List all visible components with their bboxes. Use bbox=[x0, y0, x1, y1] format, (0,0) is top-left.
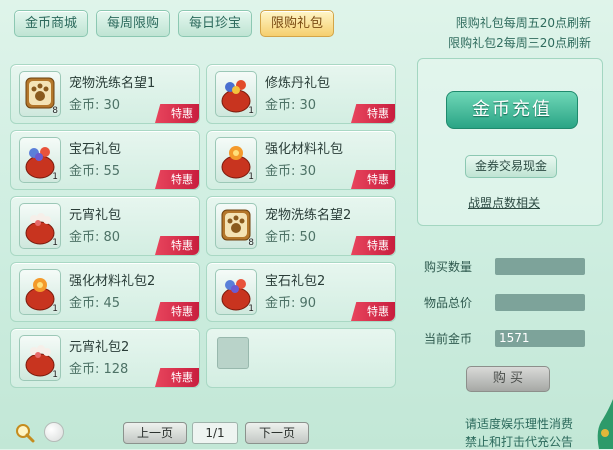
empty-item-slot bbox=[206, 328, 396, 388]
next-page-button[interactable]: 下一页 bbox=[245, 422, 309, 444]
refresh-notice-2: 限购礼包2每周三20点刷新 bbox=[448, 36, 591, 50]
paw-badge-icon: 8 bbox=[215, 203, 257, 249]
discount-badge: 特惠 bbox=[351, 302, 395, 321]
current-gold-label: 当前金币 bbox=[424, 332, 473, 346]
item-name: 宝石礼包 bbox=[69, 142, 122, 157]
gift-bag-icon: 1 bbox=[19, 269, 61, 315]
gift-bag-icon: 1 bbox=[19, 335, 61, 381]
item-card[interactable]: 1 宝石礼包2 金币: 90 特惠 bbox=[206, 262, 396, 322]
item-count: 1 bbox=[52, 304, 58, 314]
item-count: 1 bbox=[248, 106, 254, 116]
tab-weekly-limit[interactable]: 每周限购 bbox=[96, 10, 171, 37]
item-card[interactable]: 1 宝石礼包 金币: 55 特惠 bbox=[10, 130, 200, 190]
item-count: 1 bbox=[52, 238, 58, 248]
tab-daily-treasure[interactable]: 每日珍宝 bbox=[178, 10, 253, 37]
gift-bag-icon: 1 bbox=[19, 137, 61, 183]
paw-badge-icon: 8 bbox=[19, 71, 61, 117]
current-gold-field: 1571 bbox=[495, 330, 585, 347]
item-card[interactable]: 8 宠物洗练名望1 金币: 30 特惠 bbox=[10, 64, 200, 124]
discount-badge: 特惠 bbox=[351, 104, 395, 123]
gift-bag-icon: 1 bbox=[215, 269, 257, 315]
item-card[interactable]: 1 修炼丹礼包 金币: 30 特惠 bbox=[206, 64, 396, 124]
guild-points-link[interactable]: 战盟点数相关 bbox=[468, 194, 540, 211]
item-card[interactable]: 1 强化材料礼包2 金币: 45 特惠 bbox=[10, 262, 200, 322]
tab-gold-shop[interactable]: 金币商城 bbox=[14, 10, 89, 37]
buy-button[interactable]: 购 买 bbox=[466, 366, 550, 392]
item-price: 金币: 30 bbox=[265, 164, 317, 179]
footer-notice-1: 请适度娱乐理性消费 bbox=[464, 417, 573, 431]
item-name: 修炼丹礼包 bbox=[265, 76, 331, 91]
voucher-trade-button[interactable]: 金券交易现金 bbox=[465, 155, 557, 178]
discount-badge: 特惠 bbox=[351, 170, 395, 189]
discount-badge: 特惠 bbox=[155, 236, 199, 255]
tab-bar: 金币商城 每周限购 每日珍宝 限购礼包 bbox=[14, 10, 335, 37]
total-price-label: 物品总价 bbox=[424, 296, 473, 310]
recharge-panel: 金币充值 金券交易现金 战盟点数相关 bbox=[417, 58, 603, 226]
gift-bag-icon: 1 bbox=[215, 137, 257, 183]
item-price: 金币: 45 bbox=[69, 296, 121, 311]
item-price: 金币: 50 bbox=[265, 230, 317, 245]
circle-toggle-button[interactable] bbox=[44, 422, 64, 442]
page-indicator: 1/1 bbox=[192, 422, 238, 444]
gift-bag-icon: 1 bbox=[215, 71, 257, 117]
discount-badge: 特惠 bbox=[155, 302, 199, 321]
empty-slot-placeholder bbox=[217, 337, 249, 369]
refresh-notice-1: 限购礼包每周五20点刷新 bbox=[455, 16, 591, 30]
item-price: 金币: 128 bbox=[69, 362, 129, 377]
item-price: 金币: 55 bbox=[69, 164, 121, 179]
total-price-field bbox=[495, 294, 585, 311]
item-name: 宝石礼包2 bbox=[265, 274, 326, 289]
item-count: 1 bbox=[52, 172, 58, 182]
item-count: 1 bbox=[248, 304, 254, 314]
footer-notice-2: 禁止和打击代充公告 bbox=[464, 435, 573, 449]
item-price: 金币: 80 bbox=[69, 230, 121, 245]
item-count: 1 bbox=[248, 172, 254, 182]
magnifier-icon[interactable] bbox=[14, 422, 36, 444]
item-card[interactable]: 1 元宵礼包 金币: 80 特惠 bbox=[10, 196, 200, 256]
prev-page-button[interactable]: 上一页 bbox=[123, 422, 187, 444]
discount-badge: 特惠 bbox=[351, 236, 395, 255]
item-price: 金币: 90 bbox=[265, 296, 317, 311]
item-price: 金币: 30 bbox=[265, 98, 317, 113]
item-grid: 8 宠物洗练名望1 金币: 30 特惠 1 修炼丹礼包 金币: 30 特惠 1 … bbox=[10, 64, 398, 394]
item-name: 强化材料礼包2 bbox=[69, 274, 156, 289]
item-count: 8 bbox=[248, 238, 254, 248]
item-price: 金币: 30 bbox=[69, 98, 121, 113]
item-count: 1 bbox=[52, 370, 58, 380]
gold-recharge-button[interactable]: 金币充值 bbox=[446, 91, 578, 129]
item-name: 强化材料礼包 bbox=[265, 142, 344, 157]
quantity-field[interactable] bbox=[495, 258, 585, 275]
quantity-label: 购买数量 bbox=[424, 260, 473, 274]
item-card[interactable]: 1 元宵礼包2 金币: 128 特惠 bbox=[10, 328, 200, 388]
discount-badge: 特惠 bbox=[155, 368, 199, 387]
tab-limited-gift[interactable]: 限购礼包 bbox=[260, 10, 335, 37]
corner-decoration-icon bbox=[597, 399, 613, 449]
discount-badge: 特惠 bbox=[155, 170, 199, 189]
gift-bag-icon: 1 bbox=[19, 203, 61, 249]
discount-badge: 特惠 bbox=[155, 104, 199, 123]
item-name: 元宵礼包 bbox=[69, 208, 122, 223]
item-card[interactable]: 1 强化材料礼包 金币: 30 特惠 bbox=[206, 130, 396, 190]
item-name: 宠物洗练名望2 bbox=[265, 208, 352, 223]
item-name: 元宵礼包2 bbox=[69, 340, 130, 355]
item-count: 8 bbox=[52, 106, 58, 116]
item-name: 宠物洗练名望1 bbox=[69, 76, 156, 91]
item-card[interactable]: 8 宠物洗练名望2 金币: 50 特惠 bbox=[206, 196, 396, 256]
